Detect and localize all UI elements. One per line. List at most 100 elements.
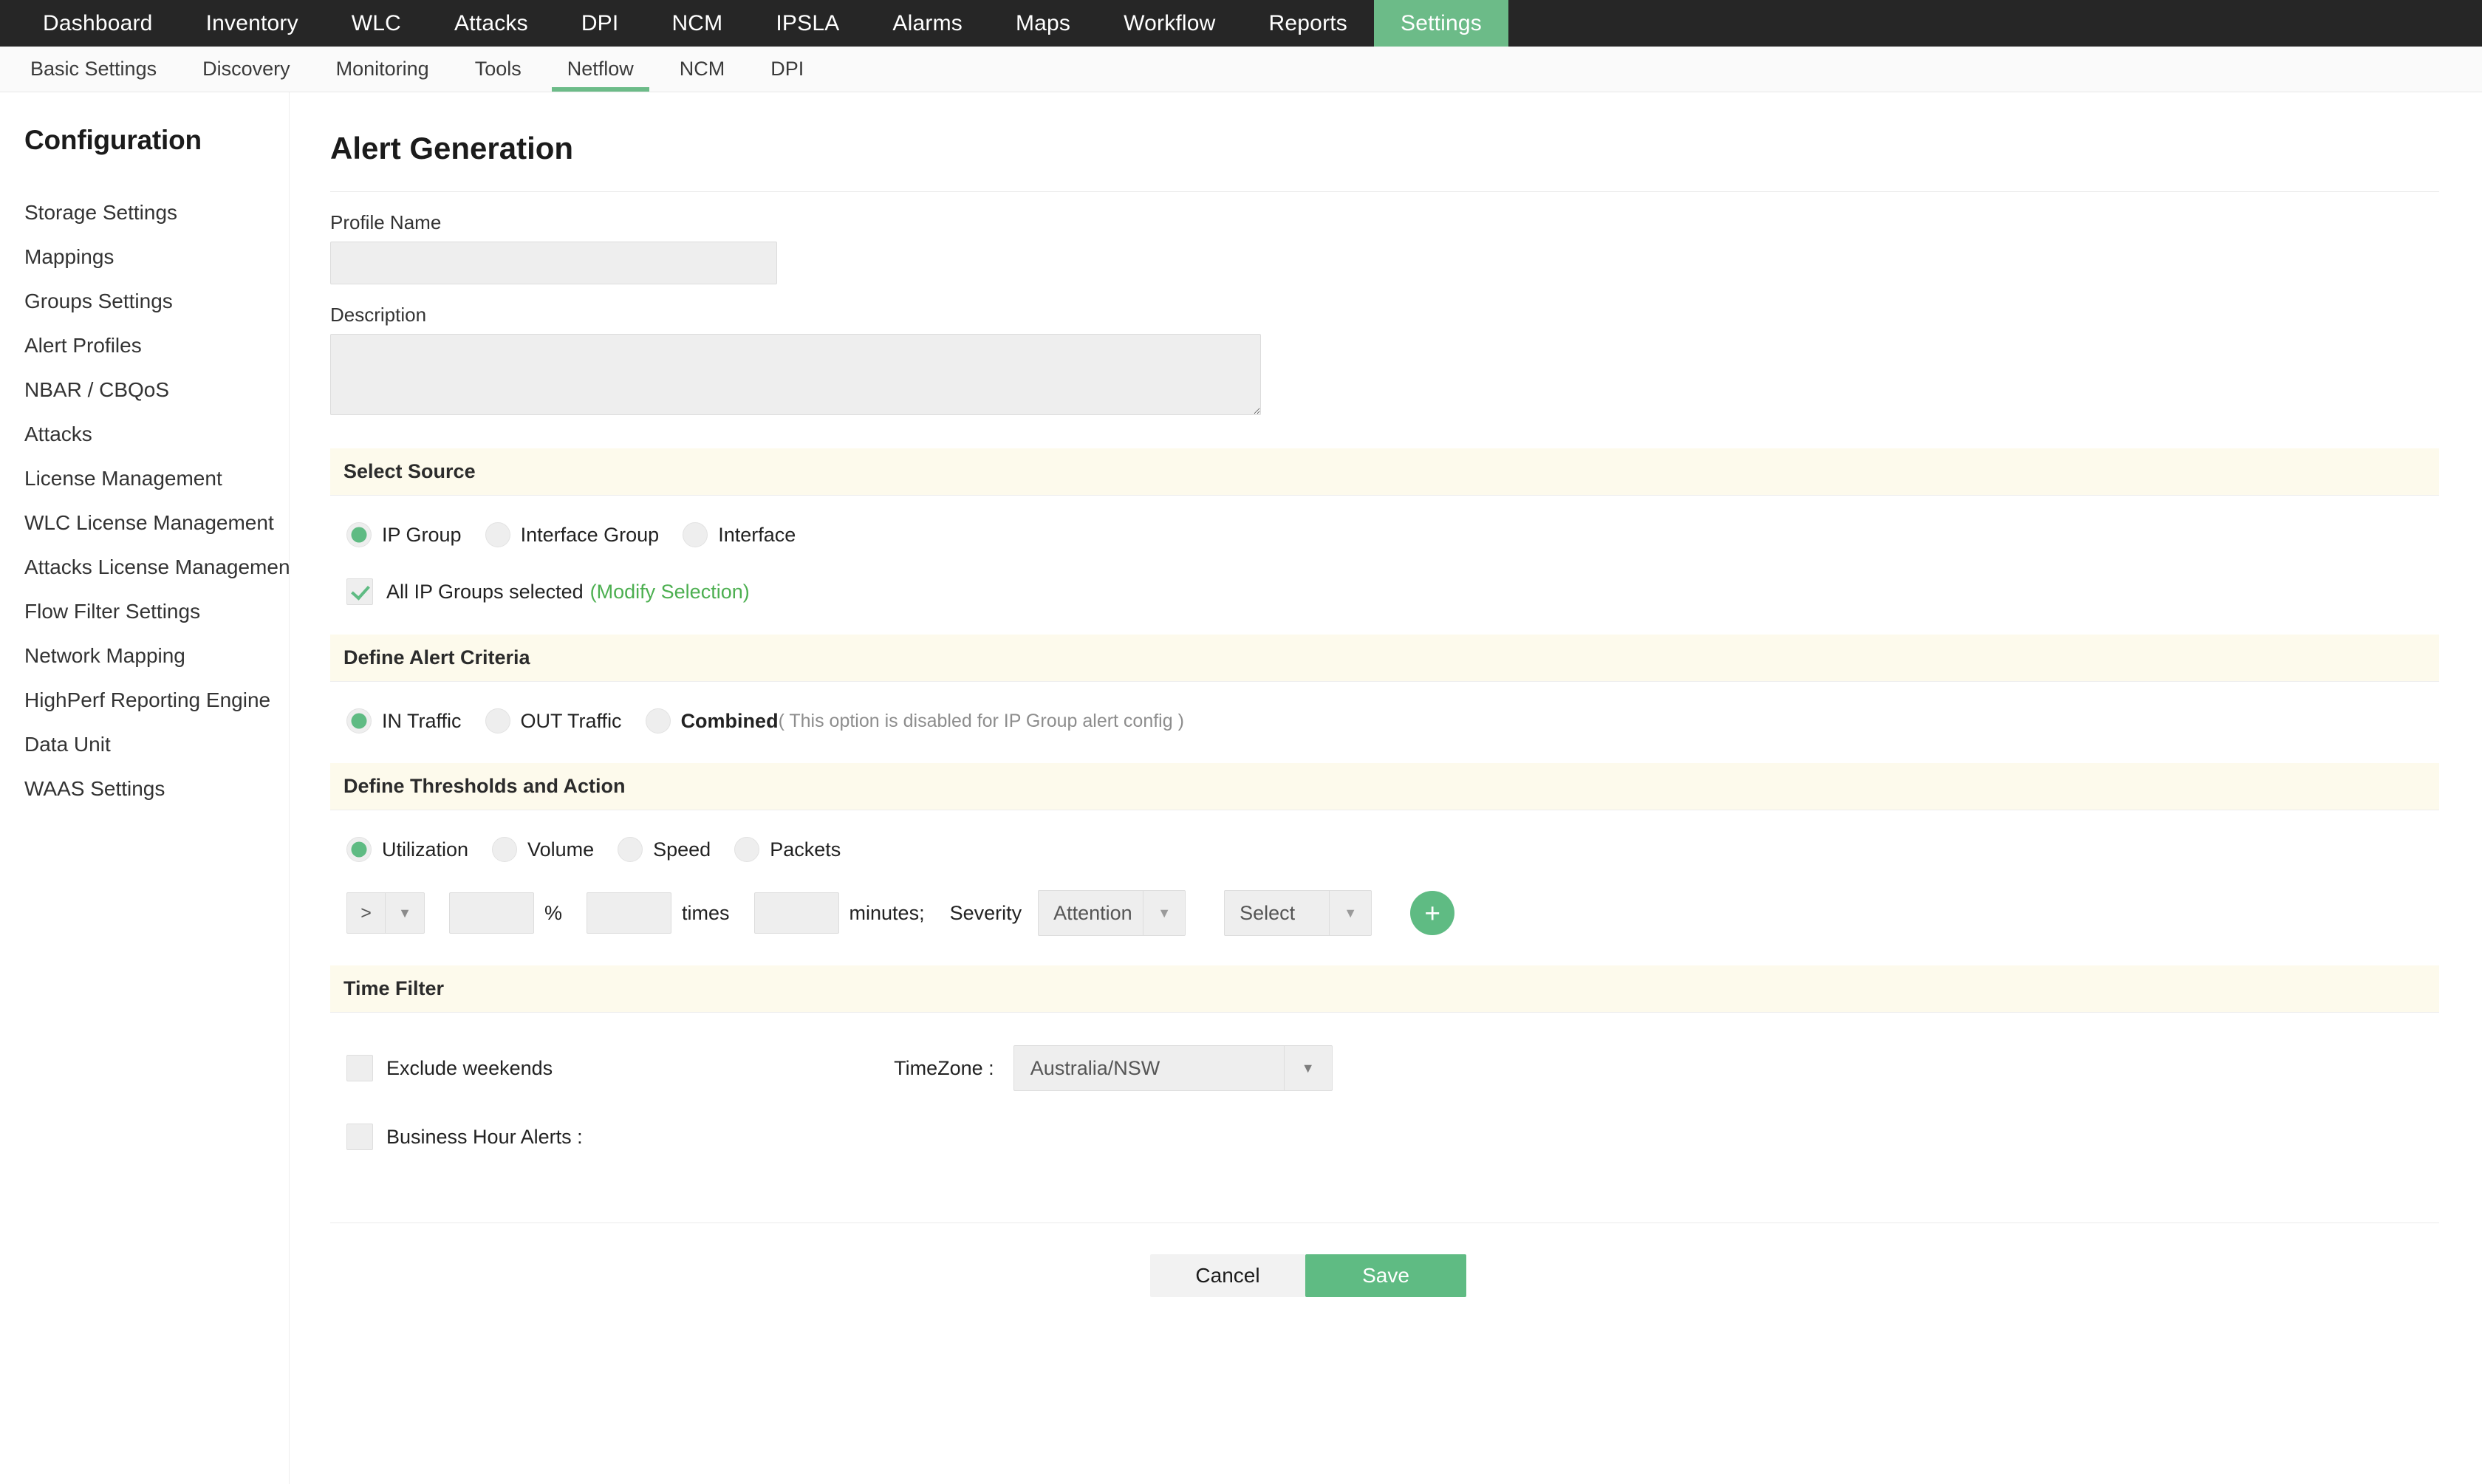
radio-label-interface-group: Interface Group bbox=[520, 523, 660, 546]
severity-value: Attention bbox=[1039, 891, 1144, 935]
alert-criteria-radio-group: IN Traffic OUT Traffic Combined ( This o… bbox=[346, 708, 2482, 734]
cancel-button[interactable]: Cancel bbox=[1150, 1254, 1305, 1297]
radio-in-traffic[interactable] bbox=[346, 708, 372, 734]
topnav-item-wlc[interactable]: WLC bbox=[325, 0, 428, 47]
footer-actions: Cancel Save bbox=[330, 1254, 2482, 1297]
add-threshold-button[interactable]: + bbox=[1410, 891, 1455, 935]
source-type-radio-group: IP Group Interface Group Interface bbox=[346, 522, 2482, 547]
times-value-input[interactable] bbox=[587, 892, 672, 934]
tab-netflow[interactable]: Netflow bbox=[544, 47, 657, 92]
section-title-alert-criteria: Define Alert Criteria bbox=[343, 646, 530, 669]
profile-name-input[interactable] bbox=[330, 242, 777, 284]
radio-interface[interactable] bbox=[683, 522, 708, 547]
topnav-item-inventory[interactable]: Inventory bbox=[180, 0, 325, 47]
radio-volume[interactable] bbox=[492, 837, 518, 862]
tab-ncm[interactable]: NCM bbox=[657, 47, 748, 92]
topnav-item-workflow[interactable]: Workflow bbox=[1097, 0, 1242, 47]
topnav-item-dashboard[interactable]: Dashboard bbox=[16, 0, 180, 47]
topnav-item-dpi[interactable]: DPI bbox=[555, 0, 646, 47]
sidebar-item-attacks[interactable]: Attacks bbox=[24, 412, 289, 457]
sidebar-item-highperf-reporting-engine[interactable]: HighPerf Reporting Engine bbox=[24, 678, 289, 722]
threshold-config-row: > ▼ % times minutes; Severity Attention … bbox=[346, 890, 2482, 936]
operator-dropdown[interactable]: > ▼ bbox=[346, 892, 425, 934]
topnav-item-reports[interactable]: Reports bbox=[1242, 0, 1374, 47]
chevron-down-icon: ▼ bbox=[398, 905, 411, 920]
section-define-alert-criteria: Define Alert Criteria bbox=[330, 635, 2439, 682]
radio-utilization[interactable] bbox=[346, 837, 372, 862]
action-dropdown[interactable]: Select ▼ bbox=[1224, 890, 1372, 936]
label-all-ip-groups: All IP Groups selected bbox=[386, 580, 584, 603]
tab-dpi[interactable]: DPI bbox=[748, 47, 827, 92]
radio-interface-group[interactable] bbox=[485, 522, 510, 547]
page-body: Configuration Storage Settings Mappings … bbox=[0, 92, 2482, 1484]
topnav-item-attacks[interactable]: Attacks bbox=[428, 0, 555, 47]
section-title-thresholds: Define Thresholds and Action bbox=[343, 775, 626, 797]
sidebar-item-mappings[interactable]: Mappings bbox=[24, 235, 289, 279]
all-ip-groups-row: All IP Groups selected (Modify Selection… bbox=[346, 578, 2482, 605]
timezone-label: TimeZone : bbox=[894, 1056, 994, 1079]
threshold-value-input[interactable] bbox=[449, 892, 534, 934]
topnav-item-maps[interactable]: Maps bbox=[989, 0, 1097, 47]
sidebar-item-attacks-license-management[interactable]: Attacks License Management bbox=[24, 545, 295, 589]
tab-basic-settings[interactable]: Basic Settings bbox=[7, 47, 180, 92]
radio-label-volume: Volume bbox=[527, 838, 595, 861]
description-label: Description bbox=[330, 304, 427, 326]
sidebar-item-data-unit[interactable]: Data Unit bbox=[24, 722, 289, 767]
page-title: Alert Generation bbox=[330, 131, 574, 165]
sidebar-item-wlc-license-management[interactable]: WLC License Management bbox=[24, 501, 289, 545]
radio-ip-group[interactable] bbox=[346, 522, 372, 547]
sidebar-item-alert-profiles[interactable]: Alert Profiles bbox=[24, 324, 289, 368]
radio-label-interface: Interface bbox=[718, 523, 796, 546]
checkbox-business-hour-alerts[interactable] bbox=[346, 1124, 373, 1150]
radio-label-packets: Packets bbox=[770, 838, 841, 861]
section-title-time-filter: Time Filter bbox=[343, 977, 445, 999]
severity-label: Severity bbox=[949, 901, 1022, 924]
times-unit-label: times bbox=[682, 901, 730, 924]
profile-name-label: Profile Name bbox=[330, 211, 442, 233]
tab-tools[interactable]: Tools bbox=[452, 47, 544, 92]
checkbox-exclude-weekends[interactable] bbox=[346, 1055, 373, 1081]
sidebar-item-license-management[interactable]: License Management bbox=[24, 457, 289, 501]
sidebar-item-nbar-cbqos[interactable]: NBAR / CBQoS bbox=[24, 368, 289, 412]
sidebar-item-network-mapping[interactable]: Network Mapping bbox=[24, 634, 289, 678]
save-button[interactable]: Save bbox=[1305, 1254, 1466, 1297]
sidebar-item-flow-filter-settings[interactable]: Flow Filter Settings bbox=[24, 589, 289, 634]
percent-unit-label: % bbox=[544, 901, 563, 924]
chevron-down-icon: ▼ bbox=[1301, 1060, 1315, 1076]
tab-monitoring[interactable]: Monitoring bbox=[313, 47, 452, 92]
metric-radio-group: Utilization Volume Speed Packets bbox=[346, 837, 2482, 862]
sidebar-item-groups-settings[interactable]: Groups Settings bbox=[24, 279, 289, 324]
severity-dropdown[interactable]: Attention ▼ bbox=[1038, 890, 1186, 936]
sidebar-item-waas-settings[interactable]: WAAS Settings bbox=[24, 767, 289, 811]
action-value: Select bbox=[1225, 891, 1330, 935]
tab-discovery[interactable]: Discovery bbox=[180, 47, 313, 92]
description-textarea[interactable] bbox=[330, 334, 1261, 415]
modify-selection-link[interactable]: (Modify Selection) bbox=[590, 581, 750, 603]
section-title-select-source: Select Source bbox=[343, 460, 476, 482]
title-divider bbox=[330, 191, 2439, 192]
topnav-item-ncm[interactable]: NCM bbox=[645, 0, 749, 47]
radio-label-combined: Combined bbox=[680, 709, 779, 732]
minutes-value-input[interactable] bbox=[753, 892, 839, 934]
main-content: Alert Generation Profile Name Descriptio… bbox=[290, 92, 2482, 1484]
label-exclude-weekends: Exclude weekends bbox=[386, 1056, 553, 1079]
chevron-down-icon: ▼ bbox=[1344, 905, 1358, 920]
sidebar-item-storage-settings[interactable]: Storage Settings bbox=[24, 191, 289, 235]
radio-packets[interactable] bbox=[734, 837, 760, 862]
topnav-item-alarms[interactable]: Alarms bbox=[866, 0, 989, 47]
radio-label-ip-group: IP Group bbox=[382, 523, 462, 546]
radio-label-speed: Speed bbox=[653, 838, 711, 861]
topnav-item-settings[interactable]: Settings bbox=[1374, 0, 1508, 47]
section-select-source: Select Source bbox=[330, 448, 2439, 496]
radio-label-utilization: Utilization bbox=[382, 838, 469, 861]
exclude-weekends-row: Exclude weekends TimeZone : Australia/NS… bbox=[346, 1045, 2482, 1091]
business-hour-alerts-row: Business Hour Alerts : bbox=[346, 1124, 2482, 1150]
checkbox-all-ip-groups[interactable] bbox=[346, 578, 373, 605]
sub-navigation-bar: Basic Settings Discovery Monitoring Tool… bbox=[0, 47, 2482, 92]
timezone-dropdown[interactable]: Australia/NSW ▼ bbox=[1013, 1045, 1333, 1091]
radio-speed[interactable] bbox=[618, 837, 643, 862]
configuration-sidebar: Configuration Storage Settings Mappings … bbox=[0, 92, 295, 1484]
topnav-item-ipsla[interactable]: IPSLA bbox=[749, 0, 866, 47]
section-define-thresholds: Define Thresholds and Action bbox=[330, 763, 2439, 810]
radio-out-traffic[interactable] bbox=[485, 708, 510, 734]
